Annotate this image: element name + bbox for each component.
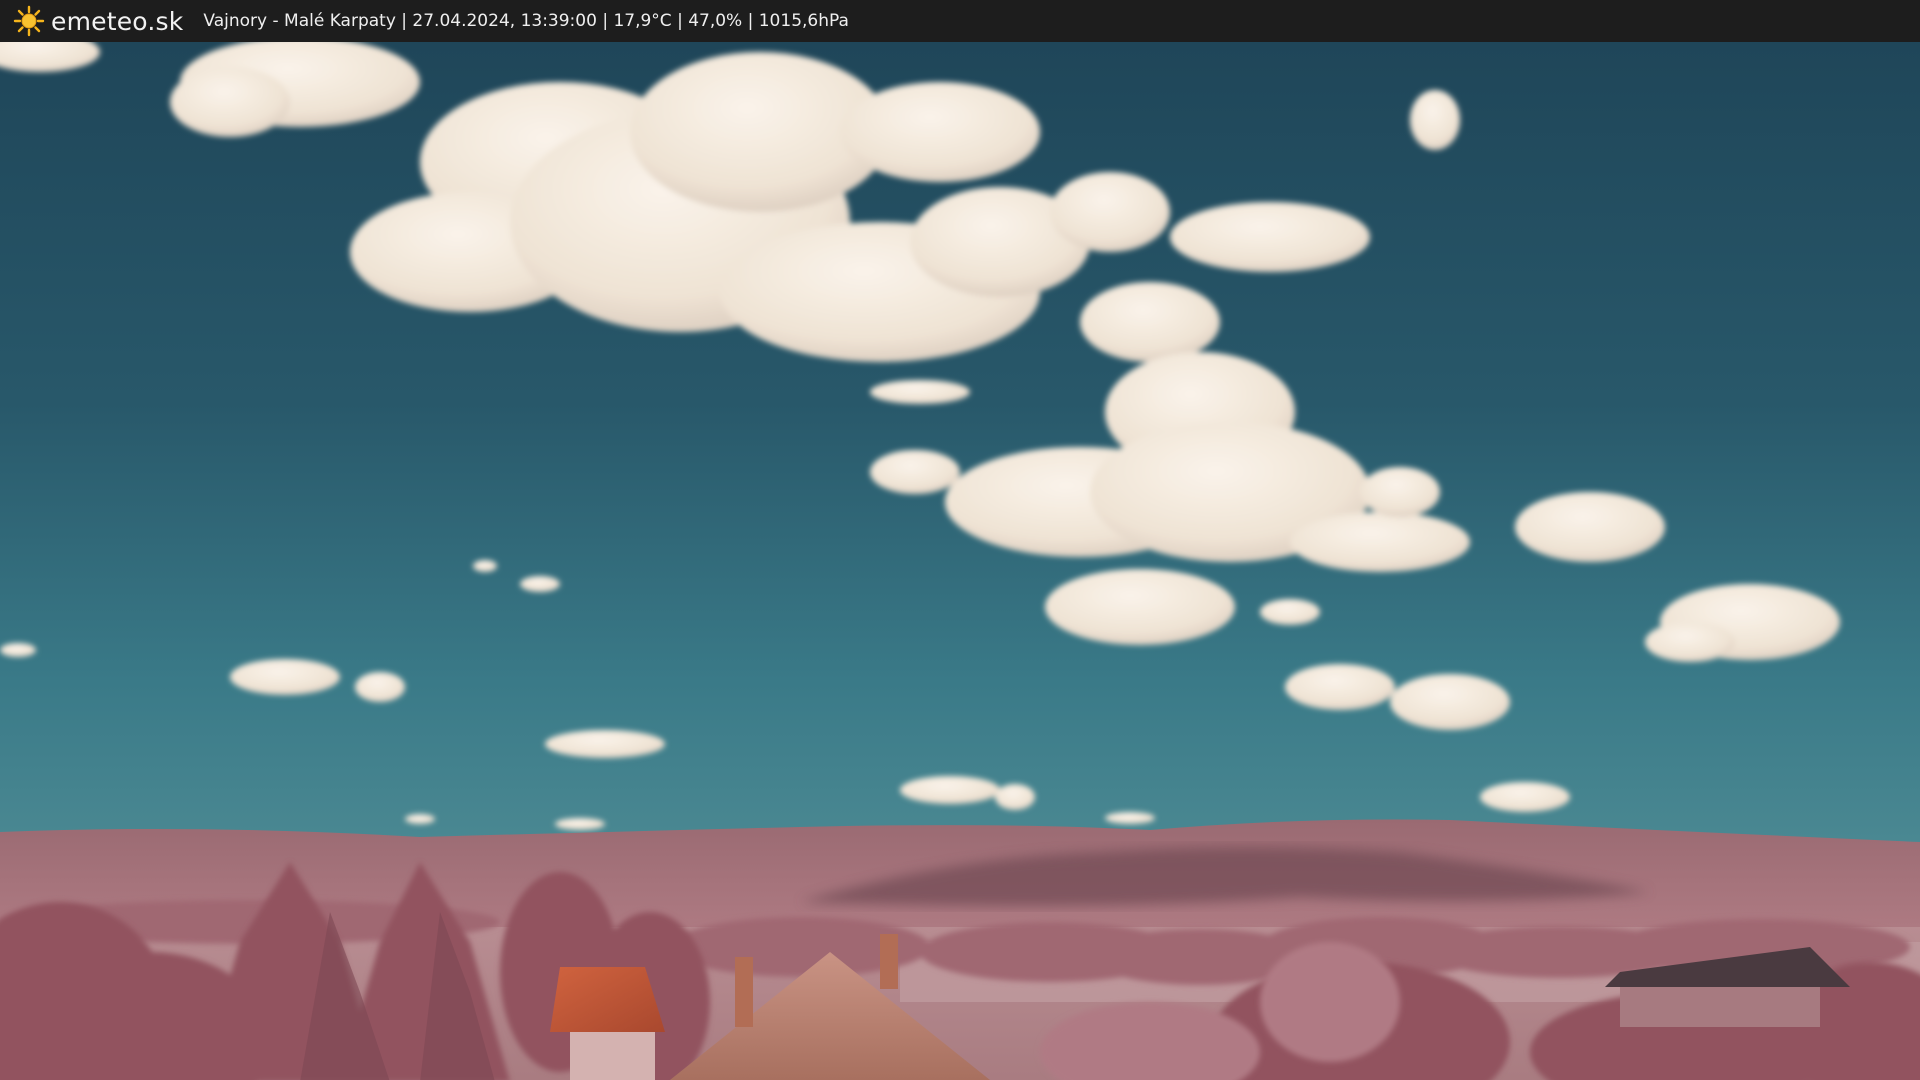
webcam-frame: emeteo.sk Vajnory - Malé Karpaty | 27.04…	[0, 0, 1920, 1080]
weather-caption: Vajnory - Malé Karpaty | 27.04.2024, 13:…	[203, 11, 849, 31]
webcam-image	[0, 42, 1920, 1080]
brand-name: emeteo.sk	[51, 6, 184, 36]
logo[interactable]: emeteo.sk	[13, 5, 183, 37]
sun-icon	[13, 5, 45, 37]
caption-bar: emeteo.sk Vajnory - Malé Karpaty | 27.04…	[0, 0, 1920, 42]
